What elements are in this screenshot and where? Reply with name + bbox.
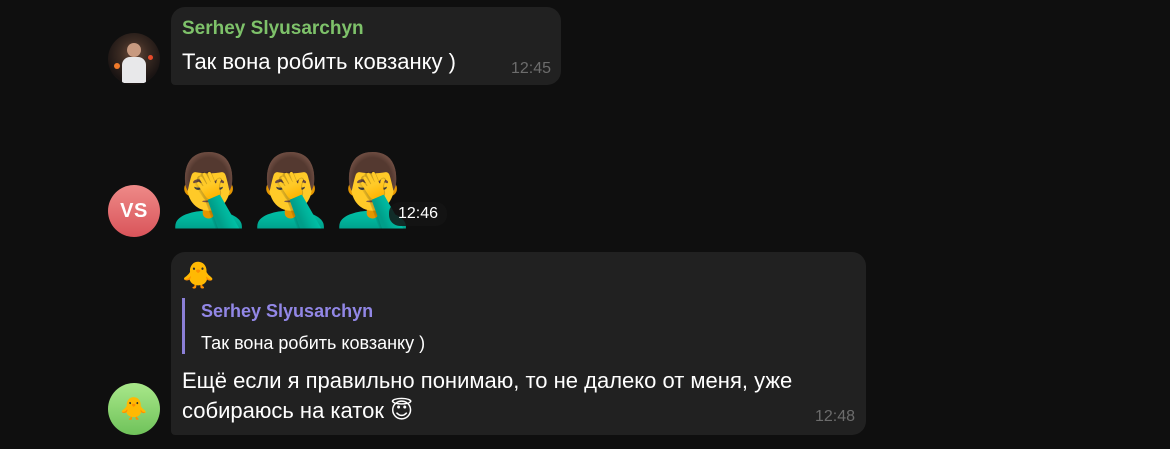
chat-history: Serhey Slyusarchyn Так вона робить ковза…	[0, 0, 1170, 449]
reply-quote[interactable]: Serhey Slyusarchyn Так вона робить ковза…	[182, 298, 498, 354]
chick-icon: 🐥	[182, 260, 215, 290]
message-text: Так вона робить ковзанку )	[182, 49, 456, 74]
facepalm-emoji: 🤦‍♂️	[247, 151, 335, 229]
facepalm-emoji: 🤦‍♂️	[165, 151, 253, 229]
message-text: Ещё если я правильно понимаю, то не дале…	[182, 366, 842, 426]
message-time: 12:46	[389, 202, 448, 226]
reply-sender-name: Serhey Slyusarchyn	[201, 301, 374, 321]
avatar-initials: VS	[120, 199, 148, 222]
avatar-photo-detail	[148, 55, 153, 60]
message-time: 12:48	[814, 408, 855, 425]
emoji-message[interactable]: 🤦‍♂️ 🤦‍♂️ 🤦‍♂️	[165, 148, 416, 232]
chick-icon: 🐥	[120, 396, 148, 421]
reply-text: Так вона робить ковзанку )	[201, 333, 426, 353]
message-sender-name[interactable]: Serhey Slyusarchyn	[182, 18, 364, 40]
avatar-photo-head	[127, 43, 141, 57]
sender-avatar[interactable]: 🐥	[108, 383, 160, 435]
message-time: 12:45	[510, 60, 551, 77]
sender-avatar[interactable]: VS	[108, 185, 160, 237]
message-text-body: Ещё если я правильно понимаю, то не дале…	[182, 368, 793, 423]
sender-avatar[interactable]	[108, 33, 160, 85]
smiling-halo-icon: 😇	[390, 398, 414, 423]
avatar-photo-detail	[114, 63, 120, 69]
message-bubble[interactable]: 🐥 Serhey Slyusarchyn Так вона робить ков…	[171, 252, 866, 435]
message-bubble[interactable]: Serhey Slyusarchyn Так вона робить ковза…	[171, 7, 561, 85]
avatar-photo-body	[122, 57, 146, 83]
